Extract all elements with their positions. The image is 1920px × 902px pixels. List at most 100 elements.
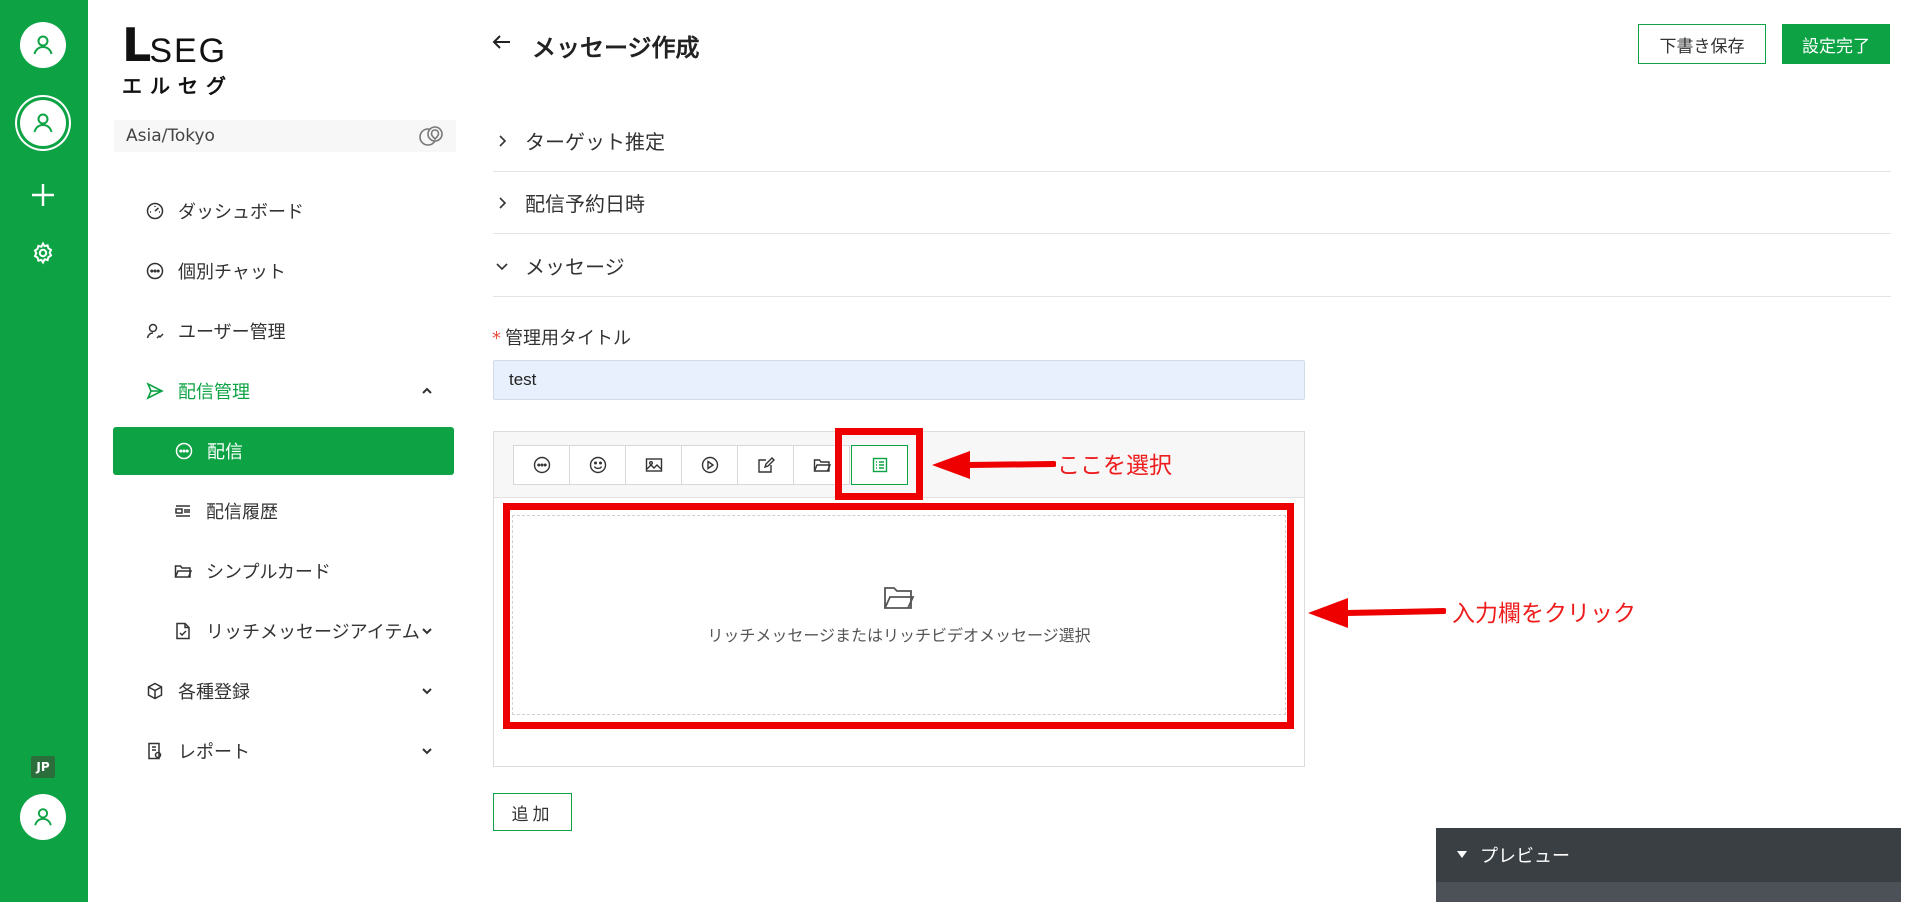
- rich-message-drop-zone[interactable]: リッチメッセージまたはリッチビデオメッセージ選択: [512, 515, 1286, 715]
- app-rail: JP: [0, 0, 88, 902]
- text-icon: [533, 456, 550, 474]
- back-button[interactable]: [490, 30, 514, 58]
- video-button[interactable]: [681, 445, 738, 485]
- edit-icon: [757, 457, 775, 473]
- chevron-down-icon: [422, 688, 432, 695]
- add-button[interactable]: 追加: [493, 793, 572, 831]
- preview-label: プレビュー: [1480, 846, 1570, 867]
- nav-simple-card[interactable]: シンプルカード: [112, 547, 458, 595]
- caret-down-icon: [1457, 851, 1467, 858]
- document-icon: [176, 622, 190, 640]
- users-icon: [146, 323, 164, 339]
- page-title: メッセージ作成: [532, 34, 700, 62]
- nav-label: レポート: [178, 742, 250, 763]
- chat-icon: [175, 442, 193, 460]
- nav-label: 個別チャット: [178, 262, 286, 283]
- edit-button[interactable]: [737, 445, 794, 485]
- chevron-down-icon: [422, 748, 432, 755]
- logo-mark: L: [122, 18, 151, 72]
- preview-body: [1436, 882, 1901, 902]
- send-icon: [146, 382, 164, 400]
- nav-label: ダッシュボード: [178, 202, 304, 223]
- user-icon: [33, 113, 53, 133]
- management-title-input[interactable]: [493, 360, 1305, 400]
- section-target[interactable]: ターゲット推定: [493, 110, 1891, 172]
- logo-brand-jp: エルセグ: [122, 74, 234, 98]
- nav-dashboard[interactable]: ダッシュボード: [112, 187, 458, 235]
- nav-user-management[interactable]: ユーザー管理: [112, 307, 458, 355]
- nav-individual-chat[interactable]: 個別チャット: [112, 247, 458, 295]
- rich-message-button[interactable]: [851, 445, 908, 485]
- nav-report[interactable]: レポート: [112, 727, 458, 775]
- image-button[interactable]: [625, 445, 682, 485]
- nav-delivery-management[interactable]: 配信管理: [112, 367, 458, 415]
- settings-button[interactable]: [26, 236, 60, 270]
- section-label: メッセージ: [525, 255, 625, 279]
- folder-icon: [813, 459, 831, 472]
- folder-open-icon: [884, 587, 915, 609]
- nav-delivery[interactable]: 配信: [113, 427, 454, 475]
- editor-toolbar: [494, 432, 1304, 498]
- logo-brand: SEG: [149, 32, 228, 70]
- message-editor: リッチメッセージまたはリッチビデオメッセージ選択: [493, 431, 1305, 767]
- rich-message-icon: [872, 457, 887, 473]
- field-label-text: 管理用タイトル: [505, 328, 631, 349]
- nav-label: ユーザー管理: [178, 322, 286, 343]
- section-schedule[interactable]: 配信予約日時: [493, 172, 1891, 234]
- preview-panel[interactable]: プレビュー: [1436, 828, 1901, 902]
- nav-label: シンプルカード: [206, 562, 331, 583]
- nav-rich-message-item[interactable]: リッチメッセージアイテム: [112, 607, 458, 655]
- nav-registrations[interactable]: 各種登録: [112, 667, 458, 715]
- nav-label: リッチメッセージアイテム: [206, 622, 420, 643]
- nav-label: 配信: [207, 442, 243, 463]
- complete-button[interactable]: 設定完了: [1782, 24, 1890, 64]
- annotation-select-here: ここを選択: [1057, 453, 1172, 479]
- preview-header[interactable]: プレビュー: [1436, 828, 1901, 882]
- nav-delivery-history[interactable]: 配信履歴: [112, 487, 458, 535]
- sticker-icon: [589, 456, 606, 474]
- required-mark: *: [492, 328, 501, 349]
- image-icon: [645, 458, 662, 472]
- timezone-value: Asia/Tokyo: [126, 126, 215, 146]
- nav-label: 配信履歴: [206, 502, 278, 523]
- sticker-button[interactable]: [569, 445, 626, 485]
- annotation-arrow-select: [932, 451, 1056, 479]
- user-icon: [34, 808, 52, 826]
- draft-save-button[interactable]: 下書き保存: [1638, 24, 1766, 64]
- app-logo: L SEG エルセグ: [122, 22, 234, 99]
- nav-label: 各種登録: [178, 682, 250, 703]
- account-avatar[interactable]: [20, 22, 66, 68]
- chevron-down-icon: [422, 628, 432, 635]
- section-label: 配信予約日時: [525, 192, 645, 216]
- cube-icon: [147, 682, 163, 700]
- annotation-click-input: 入力欄をクリック: [1452, 601, 1636, 627]
- chevron-up-icon: [422, 387, 432, 394]
- timezone-selector[interactable]: Asia/Tokyo: [114, 120, 456, 152]
- nav-label: 配信管理: [178, 382, 250, 403]
- globe-icon: [419, 126, 443, 146]
- plus-icon: [32, 184, 54, 206]
- user-icon: [33, 35, 53, 55]
- profile-avatar[interactable]: [20, 794, 66, 840]
- text-message-button[interactable]: [513, 445, 570, 485]
- gear-icon: [33, 241, 53, 265]
- add-account-button[interactable]: [26, 178, 60, 212]
- chat-icon: [146, 262, 164, 280]
- active-account-avatar[interactable]: [20, 100, 66, 146]
- section-message[interactable]: メッセージ: [493, 235, 1891, 297]
- chevron-down-icon: [496, 262, 508, 270]
- language-badge[interactable]: JP: [31, 756, 55, 778]
- annotation-arrow-click: [1308, 598, 1446, 628]
- drop-zone-text: リッチメッセージまたはリッチビデオメッセージ選択: [707, 626, 1091, 645]
- chevron-right-icon: [499, 134, 507, 147]
- chevron-right-icon: [499, 196, 507, 209]
- folder-icon: [174, 565, 192, 578]
- section-label: ターゲット推定: [525, 130, 665, 154]
- report-icon: [148, 742, 162, 760]
- card-folder-button[interactable]: [793, 445, 850, 485]
- management-title-label: * 管理用タイトル: [492, 324, 631, 350]
- history-icon: [175, 505, 190, 517]
- dashboard-icon: [146, 202, 164, 220]
- arrow-left-icon: [492, 35, 510, 49]
- video-icon: [701, 456, 718, 474]
